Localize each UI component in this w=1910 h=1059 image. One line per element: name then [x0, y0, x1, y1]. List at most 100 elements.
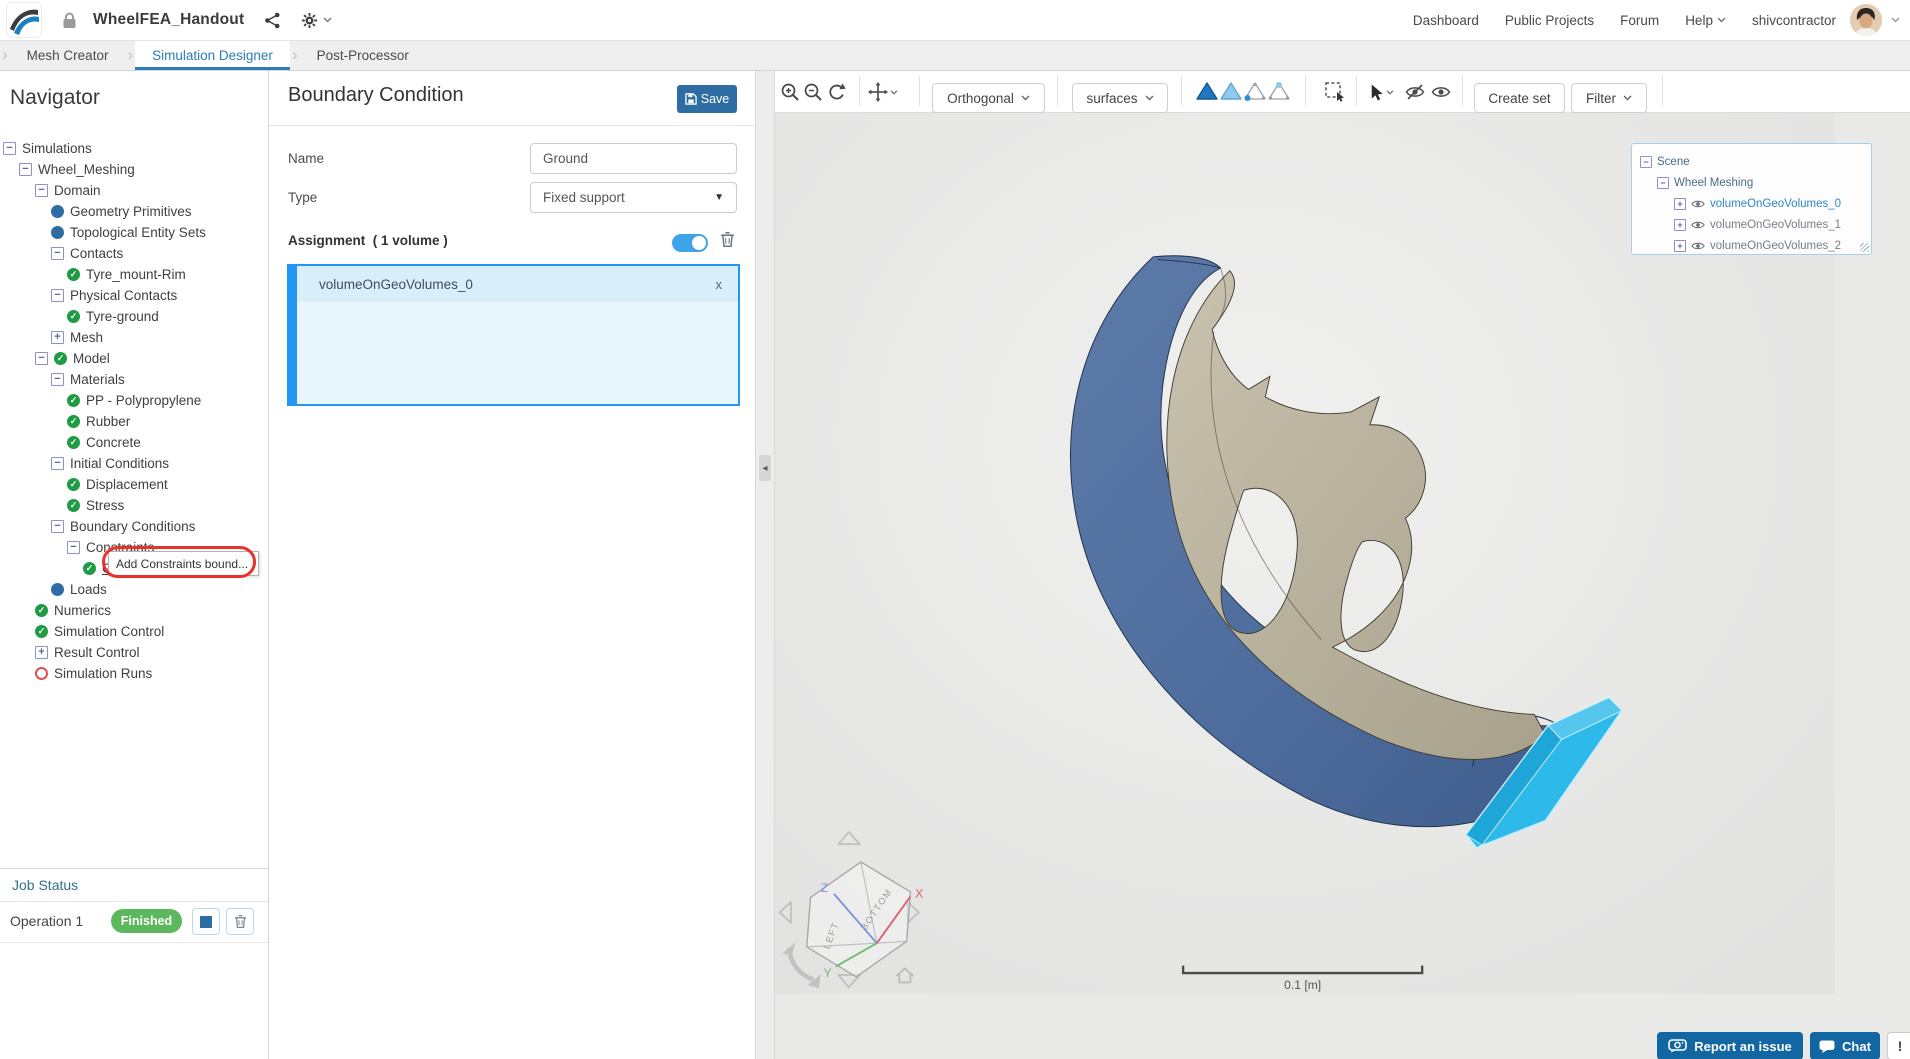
tree-item[interactable]: Tyre_mount-Rim [0, 264, 268, 285]
name-input[interactable] [530, 143, 737, 174]
scene-expander-icon[interactable] [1640, 155, 1652, 168]
tree-item[interactable]: Result Control [0, 642, 268, 663]
scene-volume-row[interactable]: volumeOnGeoVolumes_2 [1640, 235, 1871, 256]
workflow-tab-label[interactable]: Post-Processor [300, 40, 426, 70]
refresh-view-icon[interactable] [824, 80, 848, 104]
workflow-tab[interactable]: Post-Processor [290, 40, 426, 70]
workflow-tab[interactable]: Simulation Designer [125, 40, 290, 70]
tree-expander-icon[interactable] [51, 457, 64, 470]
mesh-quality-icon-2[interactable] [1219, 80, 1243, 104]
tree-item[interactable]: Domain [0, 180, 268, 201]
assignment-toggle[interactable] [672, 234, 708, 252]
scene-expander-icon[interactable] [1674, 218, 1686, 231]
tree-expander-icon[interactable] [19, 163, 32, 176]
workflow-tab-label[interactable]: Mesh Creator [10, 40, 126, 70]
tree-expander-icon[interactable] [51, 520, 64, 533]
projection-select[interactable]: Orthogonal [932, 83, 1045, 113]
tree-item[interactable]: Boundary Conditions [0, 516, 268, 537]
tree-expander-icon[interactable] [51, 331, 64, 344]
tree-item[interactable]: Simulation Control [0, 621, 268, 642]
tree-item[interactable]: Materials [0, 369, 268, 390]
tree-expander-icon[interactable] [35, 646, 48, 659]
scene-expander-icon[interactable] [1657, 176, 1669, 189]
type-select[interactable]: Fixed support ▼ [530, 182, 737, 213]
scene-expander-icon[interactable] [1674, 197, 1686, 210]
settings-caret-icon[interactable] [323, 17, 332, 23]
job-stop-button[interactable] [192, 908, 220, 935]
chat-button[interactable]: Chat [1810, 1032, 1880, 1059]
create-set-button[interactable]: Create set [1474, 83, 1565, 113]
user-avatar[interactable] [1850, 4, 1882, 36]
splitter-handle[interactable]: ◂ [759, 455, 771, 481]
zoom-out-icon[interactable] [801, 80, 825, 104]
share-icon[interactable] [264, 12, 281, 29]
tree-item[interactable]: Wheel_Meshing [0, 159, 268, 180]
help-label[interactable]: Help [1685, 13, 1713, 28]
zoom-in-icon[interactable] [778, 80, 802, 104]
tree-item[interactable]: Displacement [0, 474, 268, 495]
mesh-quality-icon-1[interactable] [1195, 80, 1219, 104]
visibility-eye-icon[interactable] [1691, 199, 1705, 209]
tree-expander-icon[interactable] [67, 541, 80, 554]
tree-item[interactable]: Simulations [0, 138, 268, 159]
visibility-eye-icon[interactable] [1691, 241, 1705, 251]
render-mode-select[interactable]: surfaces [1072, 83, 1168, 113]
tree-expander-icon[interactable] [51, 247, 64, 260]
tree-item[interactable]: Topological Entity Sets [0, 222, 268, 243]
assignment-item-row[interactable]: volumeOnGeoVolumes_0 x [297, 266, 738, 302]
box-select-icon[interactable] [1323, 80, 1347, 104]
tree-item[interactable]: Rubber [0, 411, 268, 432]
assignment-remove-button[interactable]: x [716, 277, 723, 292]
tree-item[interactable]: Stress [0, 495, 268, 516]
visibility-eye-icon[interactable] [1691, 220, 1705, 230]
scene-group-row[interactable]: Wheel Meshing [1640, 172, 1871, 193]
topbar-link[interactable]: Public Projects [1505, 13, 1594, 28]
tree-item[interactable]: Contacts [0, 243, 268, 264]
hide-icon[interactable] [1403, 80, 1427, 104]
save-button[interactable]: Save [677, 85, 737, 113]
tree-item[interactable]: Loads [0, 579, 268, 600]
tree-item[interactable]: Model [0, 348, 268, 369]
alert-button[interactable]: ! [1887, 1032, 1910, 1059]
scene-root-row[interactable]: Scene [1640, 151, 1871, 172]
select-tool-icon[interactable] [1365, 80, 1395, 104]
tree-expander-icon[interactable] [35, 184, 48, 197]
username-label[interactable]: shivcontractor [1752, 13, 1836, 28]
account-caret-icon[interactable] [1891, 17, 1900, 23]
render-mode-label: surfaces [1086, 90, 1138, 106]
report-issue-button[interactable]: Report an issue [1657, 1032, 1803, 1059]
settings-gear-icon[interactable] [301, 12, 318, 29]
simscale-logo[interactable] [6, 2, 42, 38]
scene-tree-panel[interactable]: Scene Wheel Meshing volumeOnGeoVolumes_0 [1631, 143, 1872, 255]
tree-item[interactable]: Geometry Primitives [0, 201, 268, 222]
tree-expander-icon[interactable] [51, 289, 64, 302]
tree-item[interactable]: Concrete [0, 432, 268, 453]
topbar-link[interactable]: Dashboard [1413, 13, 1479, 28]
scene-expander-icon[interactable] [1674, 239, 1686, 252]
mesh-quality-icon-4[interactable] [1267, 80, 1291, 104]
tree-expander-icon[interactable] [51, 373, 64, 386]
mesh-quality-icon-3[interactable] [1243, 80, 1267, 104]
tree-status-icon [51, 226, 64, 239]
scene-volume-row[interactable]: volumeOnGeoVolumes_1 [1640, 214, 1871, 235]
workflow-tab[interactable]: Mesh Creator [0, 40, 125, 70]
stop-icon [200, 915, 212, 928]
tree-item[interactable]: Physical Contacts [0, 285, 268, 306]
tree-item[interactable]: Numerics [0, 600, 268, 621]
help-menu[interactable]: Help [1685, 13, 1726, 28]
assignment-clear-button[interactable] [720, 231, 735, 248]
scene-volume-row[interactable]: volumeOnGeoVolumes_0 [1640, 193, 1871, 214]
show-icon[interactable] [1429, 80, 1453, 104]
pan-tool-icon[interactable] [867, 80, 899, 104]
tree-expander-icon[interactable] [35, 352, 48, 365]
tree-expander-icon[interactable] [3, 142, 16, 155]
workflow-tab-label[interactable]: Simulation Designer [135, 40, 290, 70]
topbar-link[interactable]: Forum [1620, 13, 1659, 28]
tree-item[interactable]: Simulation Runs [0, 663, 268, 684]
job-delete-button[interactable] [226, 908, 254, 935]
tree-item[interactable]: Mesh [0, 327, 268, 348]
filter-button[interactable]: Filter [1571, 83, 1647, 113]
tree-item[interactable]: Initial Conditions [0, 453, 268, 474]
tree-item[interactable]: PP - Polypropylene [0, 390, 268, 411]
tree-item[interactable]: Tyre-ground [0, 306, 268, 327]
